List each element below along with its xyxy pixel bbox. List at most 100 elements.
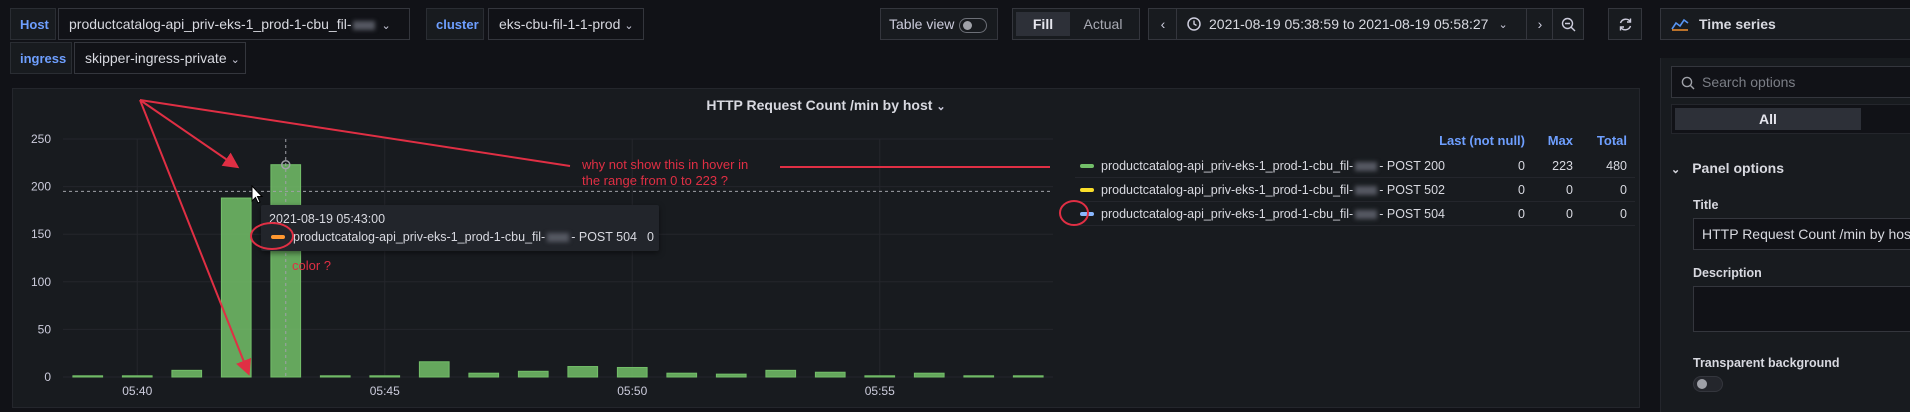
- description-label: Description: [1693, 266, 1762, 280]
- bar[interactable]: [567, 366, 599, 378]
- legend-max-value: 223: [1552, 159, 1573, 173]
- chevron-down-icon: ⌄: [624, 20, 634, 32]
- ingress-variable-value: skipper-ingress-private: [85, 50, 227, 66]
- tab-all[interactable]: All: [1675, 108, 1861, 130]
- y-tick-label: 150: [31, 227, 51, 241]
- bar[interactable]: [171, 369, 203, 378]
- legend-name-suffix: - POST 502: [1379, 183, 1445, 197]
- visualization-name: Time series: [1699, 16, 1776, 32]
- bar[interactable]: [715, 373, 747, 378]
- refresh-icon: [1619, 18, 1631, 30]
- y-tick-label: 100: [31, 275, 51, 289]
- legend-row[interactable]: productcatalog-api_priv-eks-1_prod-1-cbu…: [1075, 179, 1635, 202]
- actual-button[interactable]: Actual: [1070, 12, 1136, 36]
- x-tick-label: 05:45: [370, 384, 400, 398]
- bar[interactable]: [913, 372, 945, 378]
- transparent-background-toggle[interactable]: [1693, 376, 1723, 392]
- tooltip-series-prefix: productcatalog-api_priv-eks-1_prod-1-cbu…: [293, 230, 546, 244]
- tooltip-time: 2021-08-19 05:43:00: [269, 212, 386, 226]
- chevron-down-icon: ⌄: [1671, 164, 1681, 176]
- legend-series-color: [1080, 164, 1094, 168]
- bar[interactable]: [369, 375, 401, 378]
- fill-actual-group: Fill Actual: [1012, 8, 1140, 40]
- bar[interactable]: [517, 370, 549, 378]
- ingress-variable-label: ingress: [10, 42, 72, 74]
- annotation-question-line1: why not show this in hover in: [582, 157, 749, 172]
- redacted-text: [547, 233, 570, 243]
- host-variable-select[interactable]: productcatalog-api_priv-eks-1_prod-1-cbu…: [58, 8, 410, 40]
- legend-series-name[interactable]: productcatalog-api_priv-eks-1_prod-1-cbu…: [1101, 155, 1445, 177]
- bar[interactable]: [418, 361, 450, 378]
- hover-tooltip: 2021-08-19 05:43:00 productcatalog-api_p…: [261, 205, 659, 251]
- time-series-panel: HTTP Request Count /min by host ⌄ 0 50 100 1…: [12, 88, 1640, 408]
- toggle-switch[interactable]: [959, 18, 987, 33]
- redacted-text: [1355, 162, 1378, 172]
- legend-row[interactable]: productcatalog-api_priv-eks-1_prod-1-cbu…: [1075, 203, 1635, 226]
- legend-name-suffix: - POST 200: [1379, 159, 1445, 173]
- y-tick-label: 200: [31, 180, 51, 194]
- x-tick-label: 05:40: [122, 384, 152, 398]
- chevron-down-icon: ⌄: [381, 20, 391, 32]
- search-placeholder: Search options: [1702, 74, 1796, 90]
- bar[interactable]: [1012, 375, 1044, 378]
- time-range-text: 2021-08-19 05:38:59 to 2021-08-19 05:58:…: [1209, 16, 1489, 32]
- title-input[interactable]: HTTP Request Count /min by host: [1693, 218, 1910, 250]
- bar[interactable]: [814, 371, 846, 378]
- chevron-right-icon: ›: [1537, 16, 1543, 32]
- legend-series-color: [1080, 212, 1094, 216]
- bar[interactable]: [220, 197, 252, 378]
- search-options-input[interactable]: Search options: [1671, 66, 1910, 98]
- legend-header-last[interactable]: Last (not null): [1439, 133, 1525, 148]
- clock-icon: [1187, 17, 1201, 31]
- bar[interactable]: [121, 375, 153, 378]
- redacted-text: [1355, 186, 1378, 196]
- tooltip-series-color: [271, 235, 285, 239]
- y-tick-label: 0: [44, 370, 51, 384]
- time-range-picker[interactable]: 2021-08-19 05:38:59 to 2021-08-19 05:58:…: [1176, 8, 1528, 40]
- legend-row[interactable]: productcatalog-api_priv-eks-1_prod-1-cbu…: [1075, 155, 1635, 178]
- redacted-text: [1355, 210, 1378, 220]
- x-tick-label: 05:55: [865, 384, 895, 398]
- table-view-label: Table view: [889, 16, 955, 32]
- redacted-text: [353, 20, 376, 30]
- cluster-variable-value: eks-cbu-fil-1-1-prod: [499, 16, 621, 32]
- time-series-icon: [1671, 18, 1689, 31]
- legend-total-value: 0: [1620, 207, 1627, 221]
- bar[interactable]: [468, 372, 500, 378]
- description-textarea[interactable]: [1693, 286, 1910, 332]
- bar[interactable]: [765, 369, 797, 378]
- bar[interactable]: [963, 375, 995, 378]
- legend-header-max[interactable]: Max: [1548, 133, 1573, 148]
- chevron-down-icon: ⌄: [1498, 18, 1508, 31]
- bar[interactable]: [864, 375, 896, 378]
- legend-series-color: [1080, 188, 1094, 192]
- legend-series-name[interactable]: productcatalog-api_priv-eks-1_prod-1-cbu…: [1101, 203, 1445, 225]
- x-tick-label: 05:50: [617, 384, 647, 398]
- table-view-toggle[interactable]: Table view: [880, 8, 998, 40]
- tooltip-series-name: productcatalog-api_priv-eks-1_prod-1-cbu…: [293, 230, 637, 244]
- host-variable-label: Host: [10, 8, 56, 40]
- bar[interactable]: [616, 366, 648, 378]
- legend-header: Last (not null) Max Total: [1075, 133, 1635, 151]
- panel-options-section[interactable]: ⌄ Panel options: [1671, 160, 1784, 176]
- legend-name-prefix: productcatalog-api_priv-eks-1_prod-1-cbu…: [1101, 183, 1354, 197]
- legend-header-total[interactable]: Total: [1597, 133, 1627, 148]
- fill-button[interactable]: Fill: [1016, 12, 1070, 36]
- ingress-variable-select[interactable]: skipper-ingress-private ⌄: [74, 42, 246, 74]
- cluster-variable-select[interactable]: eks-cbu-fil-1-1-prod ⌄: [488, 8, 644, 40]
- transparent-background-label: Transparent background: [1693, 356, 1840, 370]
- bar[interactable]: [72, 375, 104, 378]
- time-forward-button[interactable]: ›: [1526, 8, 1554, 40]
- annotation-question-line2: the range from 0 to 223 ?: [582, 173, 728, 188]
- zoom-out-button[interactable]: [1552, 8, 1584, 40]
- legend-series-name[interactable]: productcatalog-api_priv-eks-1_prod-1-cbu…: [1101, 179, 1445, 201]
- tooltip-series-suffix: - POST 504: [571, 230, 637, 244]
- visualization-picker[interactable]: Time series: [1660, 8, 1910, 40]
- bar[interactable]: [666, 372, 698, 378]
- time-back-button[interactable]: ‹: [1148, 8, 1178, 40]
- legend-name-prefix: productcatalog-api_priv-eks-1_prod-1-cbu…: [1101, 207, 1354, 221]
- options-pane: Search options All ⌄ Panel options Title …: [1660, 58, 1910, 412]
- annotation-color-question: color ?: [292, 258, 332, 273]
- bar[interactable]: [319, 375, 351, 378]
- refresh-button[interactable]: [1608, 8, 1642, 40]
